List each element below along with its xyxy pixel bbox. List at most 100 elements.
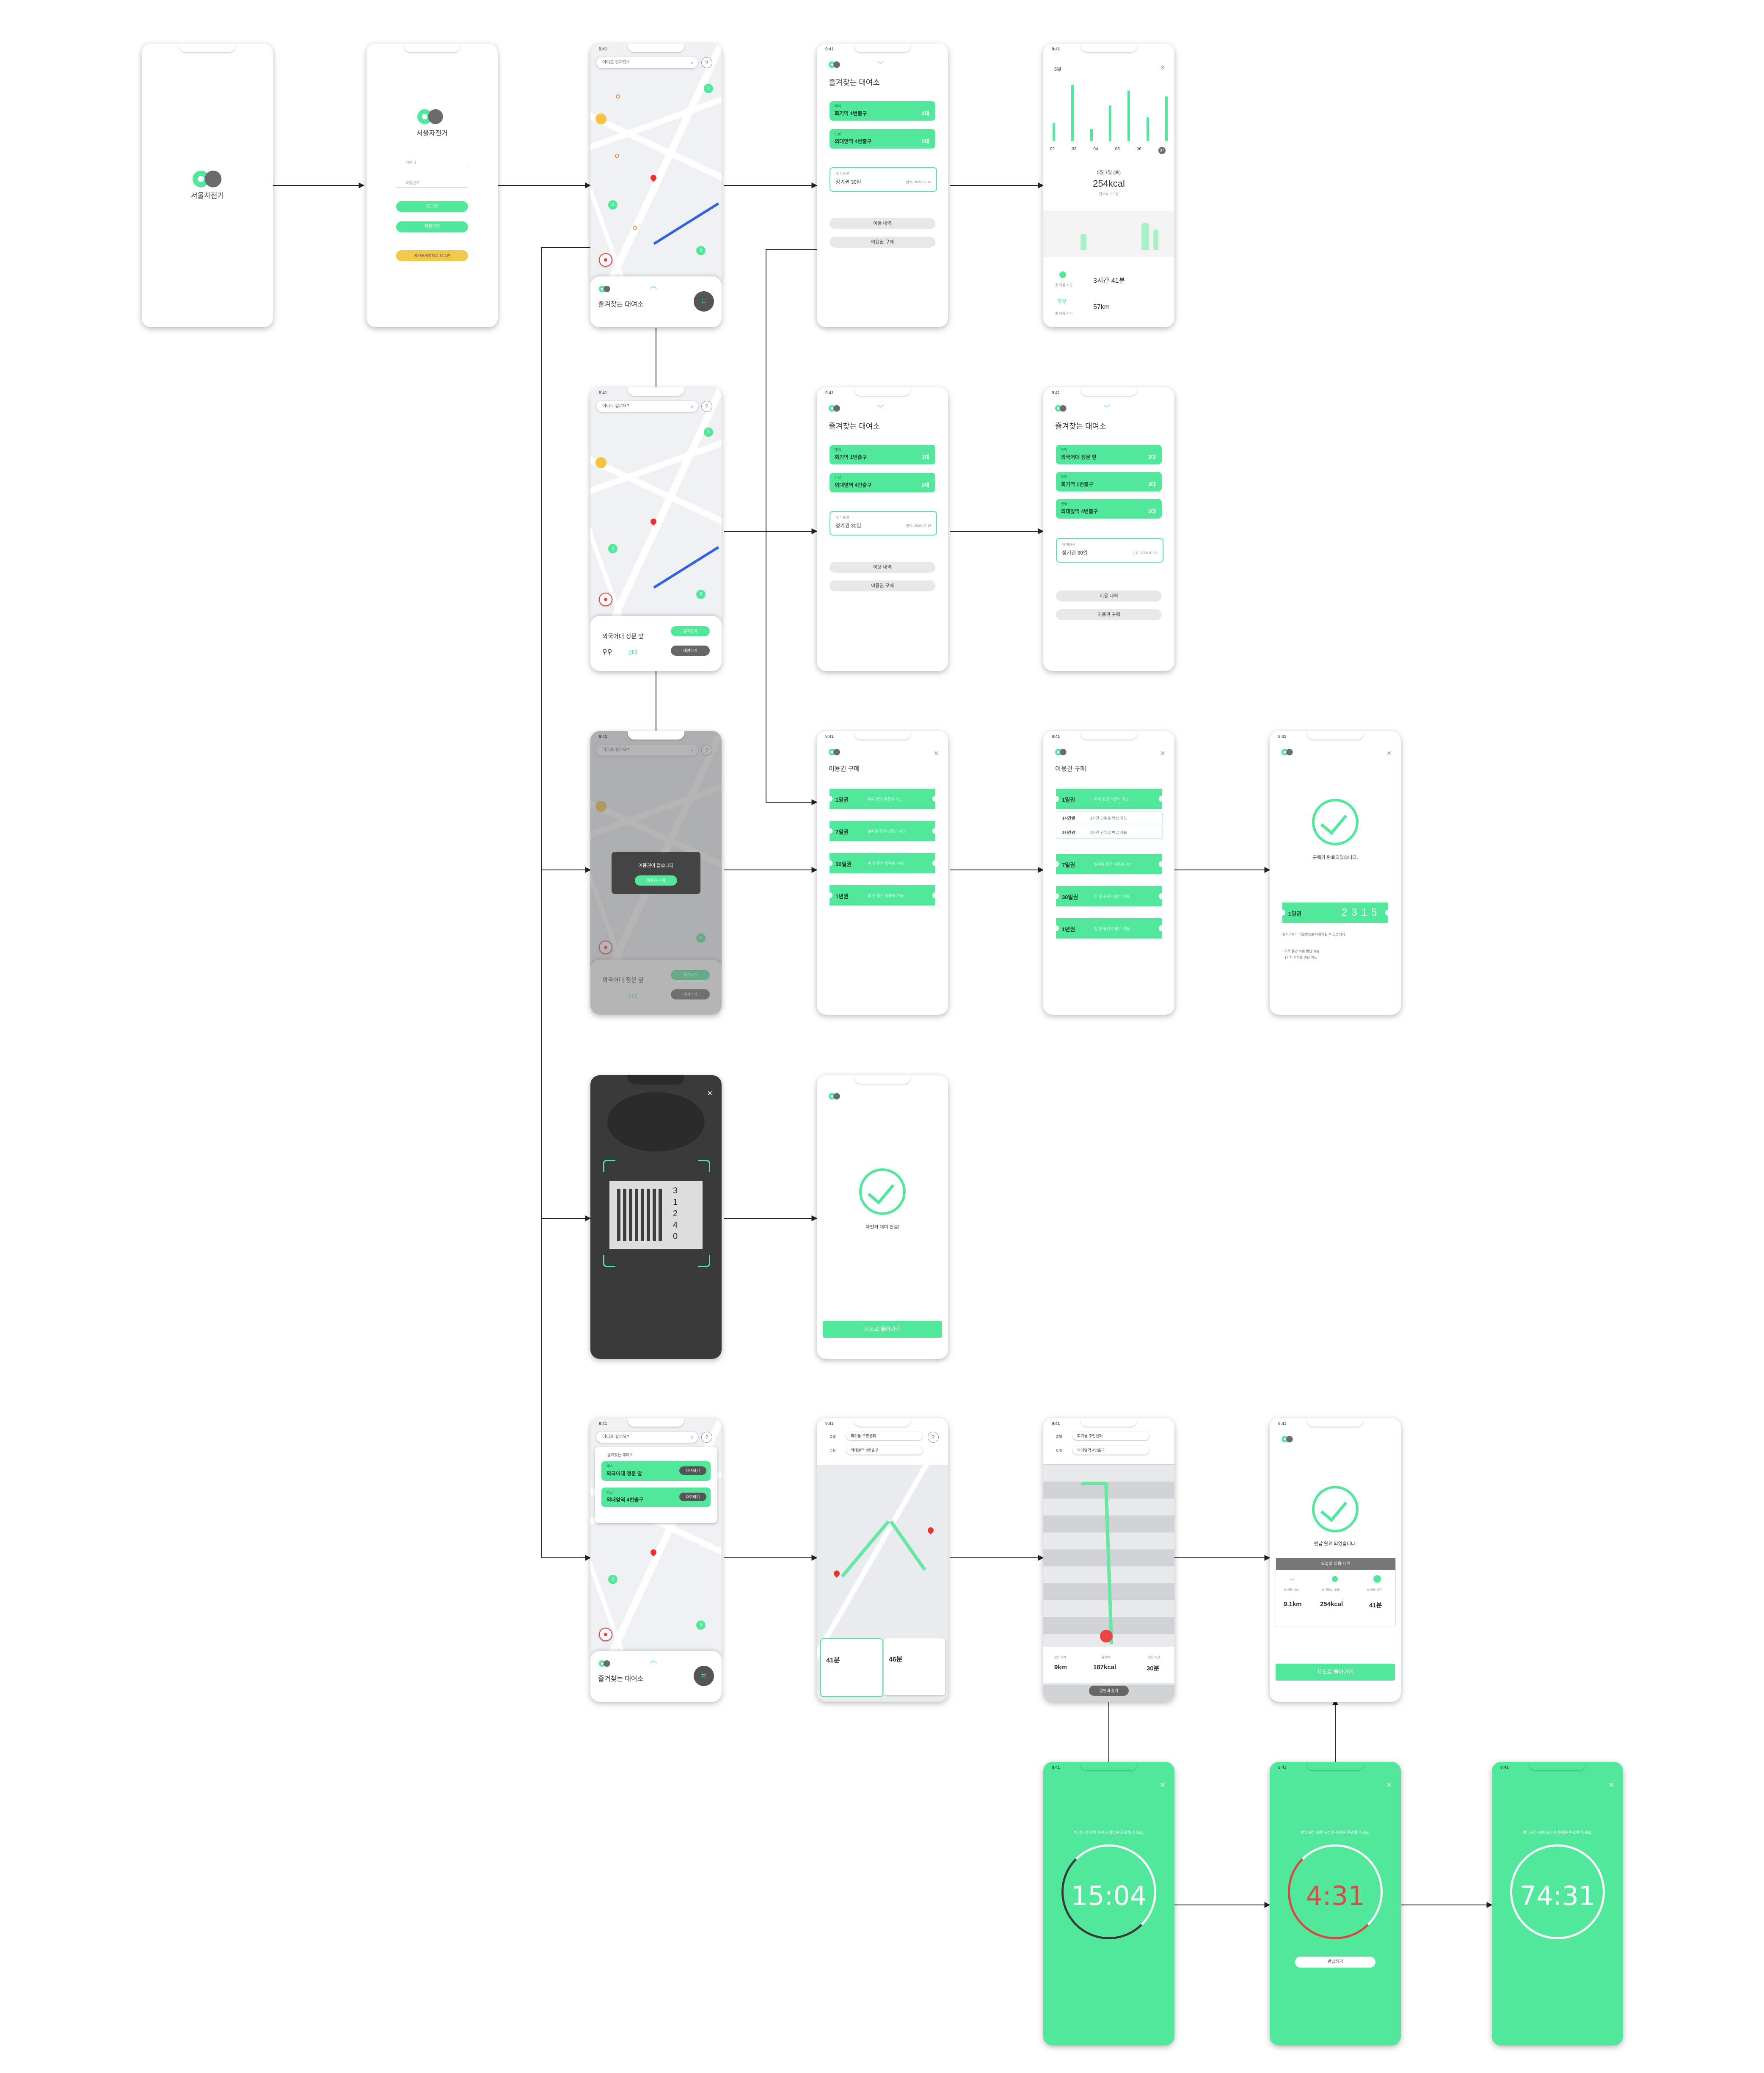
my-location-button[interactable] [599, 1628, 612, 1641]
end-navigation-button[interactable]: 길안내 끝기 [1089, 1686, 1129, 1696]
rent-button[interactable]: 대여하기 [679, 1493, 706, 1501]
search-input[interactable]: 어디로 갈까요? ⌕ [596, 401, 698, 412]
period-select[interactable]: 5월 [1054, 66, 1061, 72]
help-button[interactable]: ? [701, 1432, 712, 1443]
close-icon[interactable]: × [1386, 749, 1392, 759]
station-card[interactable]: 대여 회기역 1번출구 3대 [1056, 472, 1162, 491]
close-icon[interactable]: × [1160, 749, 1165, 759]
chevron-up-icon[interactable]: ︿ [650, 1654, 657, 1665]
qr-scan-button[interactable]: ⌗ [694, 1666, 714, 1686]
rent-button[interactable]: 대여하기 [671, 646, 710, 656]
signup-button[interactable]: 회원가입 [396, 221, 468, 232]
pass-option-1day[interactable]: 1일권 하루 동안 이용이 가능 [1053, 789, 1165, 809]
chevron-down-icon[interactable]: ﹀ [877, 403, 884, 413]
help-button[interactable]: ? [928, 1432, 939, 1443]
station-marker[interactable]: 6 [696, 1620, 706, 1630]
close-icon[interactable]: × [707, 1089, 712, 1099]
pass-option-30day[interactable]: 30일권 한 달 동안 이용이 가능 [1053, 886, 1165, 906]
day-label[interactable]: 02 [1050, 147, 1055, 152]
my-location-button[interactable] [599, 253, 612, 267]
search-icon[interactable]: ⌕ [691, 401, 694, 412]
pass-option-1year[interactable]: 1년권 일 년 동안 이용이 가능 [1053, 918, 1165, 939]
my-pass-box[interactable]: 내 이용권 정기권 30일 만료: 2020.07.13 [1056, 538, 1163, 563]
day-label[interactable]: 05 [1115, 147, 1120, 152]
kakao-login-button[interactable]: 카카오계정으로 로그인 [396, 250, 468, 261]
dialog-buy-button[interactable]: 이용권 구매 [635, 875, 677, 886]
station-marker[interactable]: 2 [608, 544, 617, 553]
chevron-up-icon[interactable]: ︿ [650, 280, 657, 291]
cluster-marker[interactable] [595, 113, 606, 124]
station-marker[interactable]: 2 [608, 1575, 617, 1584]
favorite-button[interactable]: 즐겨찾기 [671, 626, 710, 636]
buy-pass-button[interactable]: 이용권 구매 [1056, 609, 1162, 620]
my-pass-box[interactable]: 내 이용권 정기권 30일 만료: 2020.07.13 [830, 511, 937, 536]
station-name: 외국어대 정문 앞 [602, 633, 644, 640]
my-location-button[interactable] [599, 593, 612, 606]
cluster-marker[interactable] [595, 457, 606, 468]
close-icon[interactable]: × [1160, 1780, 1165, 1790]
id-field[interactable]: 아이디 [396, 158, 468, 167]
dest-input[interactable]: 외대앞역 4번출구 [1073, 1446, 1149, 1455]
day-label[interactable]: 04 [1093, 147, 1098, 152]
pass-option-7day[interactable]: 7일권 일주일 동안 이용이 가능 [1053, 854, 1165, 874]
origin-input[interactable]: 회기동 주민센터 [846, 1432, 923, 1440]
favorites-sheet[interactable]: ︿ 즐겨찾는 대여소 ⌗ [590, 1651, 722, 1702]
station-popup[interactable]: 외국어대 정문 앞 ⚲⚲ 2대 즐겨찾기 대여하기 [590, 616, 722, 671]
search-icon[interactable]: ⌕ [691, 57, 694, 68]
route-option-card[interactable]: 41분 [820, 1638, 883, 1697]
station-marker[interactable]: 3 [704, 428, 713, 437]
day-label[interactable]: 06 [1137, 147, 1141, 152]
card-sub: 대여 [606, 1464, 613, 1468]
station-card[interactable]: 반납 외대앞역 4번출구 5대 [1056, 499, 1162, 519]
favorites-dropdown[interactable]: 즐겨찾는 대여소 대여 외국어대 정문 앞 대여하기 반납 외대앞역 4번출구 … [595, 1447, 717, 1523]
history-button[interactable]: 이용 내역 [830, 562, 935, 573]
sub-option-2hour[interactable]: 2시간권 2시간 단위로 반납 가능 [1056, 826, 1163, 839]
station-card[interactable]: 대여 외국어대 정문 앞 대여하기 [601, 1461, 711, 1481]
pass-option-1year[interactable]: 1년권 일 년 동안 이용이 가능 [827, 885, 938, 905]
history-button[interactable]: 이용 내역 [830, 218, 935, 229]
day-label[interactable]: 03 [1072, 147, 1076, 152]
close-icon[interactable]: × [1386, 1780, 1392, 1790]
return-button[interactable]: 반납하기 [1295, 1957, 1375, 1968]
route-option-card[interactable]: 46분 [884, 1638, 945, 1695]
station-card[interactable]: 반납 외대앞역 4번출구 5대 [830, 129, 935, 149]
station-card[interactable]: 반납 외대앞역 4번출구 대여하기 [601, 1488, 711, 1507]
rent-button[interactable]: 대여하기 [679, 1466, 706, 1475]
station-card[interactable]: 반납 외대앞역 4번출구 5대 [830, 473, 935, 492]
dest-input[interactable]: 외대앞역 4번출구 [846, 1446, 923, 1455]
station-marker[interactable]: 6 [696, 246, 706, 255]
station-marker[interactable]: 3 [704, 84, 713, 93]
buy-pass-button[interactable]: 이용권 구매 [830, 237, 935, 248]
pass-option-30day[interactable]: 30일권 한 달 동안 이용이 가능 [827, 853, 938, 873]
qr-scan-button[interactable]: ⌗ [694, 291, 714, 312]
chevron-down-icon[interactable]: ﹀ [1103, 403, 1110, 413]
back-to-map-button[interactable]: 지도로 돌아가기 [823, 1321, 942, 1338]
search-input[interactable]: 어디로 갈까요? ⌕ [596, 1432, 698, 1443]
favorites-sheet[interactable]: ︿ 즐겨찾는 대여소 ⌗ [590, 276, 722, 327]
history-button[interactable]: 이용 내역 [1056, 591, 1162, 602]
back-to-map-button[interactable]: 지도로 돌아가기 [1276, 1664, 1395, 1681]
close-icon[interactable]: × [934, 749, 939, 759]
help-button[interactable]: ? [701, 401, 712, 412]
notch [628, 44, 684, 52]
close-icon[interactable]: × [1609, 1780, 1614, 1790]
sub-option-1hour[interactable]: 1시간권 1시간 단위로 반납 가능 [1056, 812, 1163, 824]
my-pass-box[interactable]: 내 이용권 정기권 30일 만료: 2020.07.13 [830, 167, 937, 192]
station-marker[interactable]: 5 [696, 590, 706, 599]
chevron-down-icon[interactable]: ﹀ [877, 59, 884, 69]
search-input[interactable]: 어디로 갈까요? ⌕ [596, 57, 698, 68]
station-card[interactable]: 대여 외국어대 정문 앞 2대 [1056, 445, 1162, 464]
pass-option-1day[interactable]: 1일권 하루 동안 이용이 가능 [827, 789, 938, 809]
station-marker[interactable]: 2 [608, 200, 617, 210]
station-card[interactable]: 대여 회기역 1번출구 3대 [830, 101, 935, 121]
buy-pass-button[interactable]: 이용권 구매 [830, 580, 935, 591]
search-icon[interactable]: ⌕ [691, 1432, 694, 1443]
help-button[interactable]: ? [701, 57, 712, 68]
day-label[interactable]: 07 [1158, 147, 1166, 154]
close-icon[interactable]: × [1160, 63, 1165, 73]
station-card[interactable]: 대여 회기역 1번출구 3대 [830, 445, 935, 464]
password-field[interactable]: 비밀번호 [396, 178, 468, 188]
login-button[interactable]: 로그인 [396, 201, 468, 212]
origin-input[interactable]: 회기동 주민센터 [1073, 1432, 1149, 1440]
pass-option-7day[interactable]: 7일권 일주일 동안 이용이 가능 [827, 821, 938, 841]
